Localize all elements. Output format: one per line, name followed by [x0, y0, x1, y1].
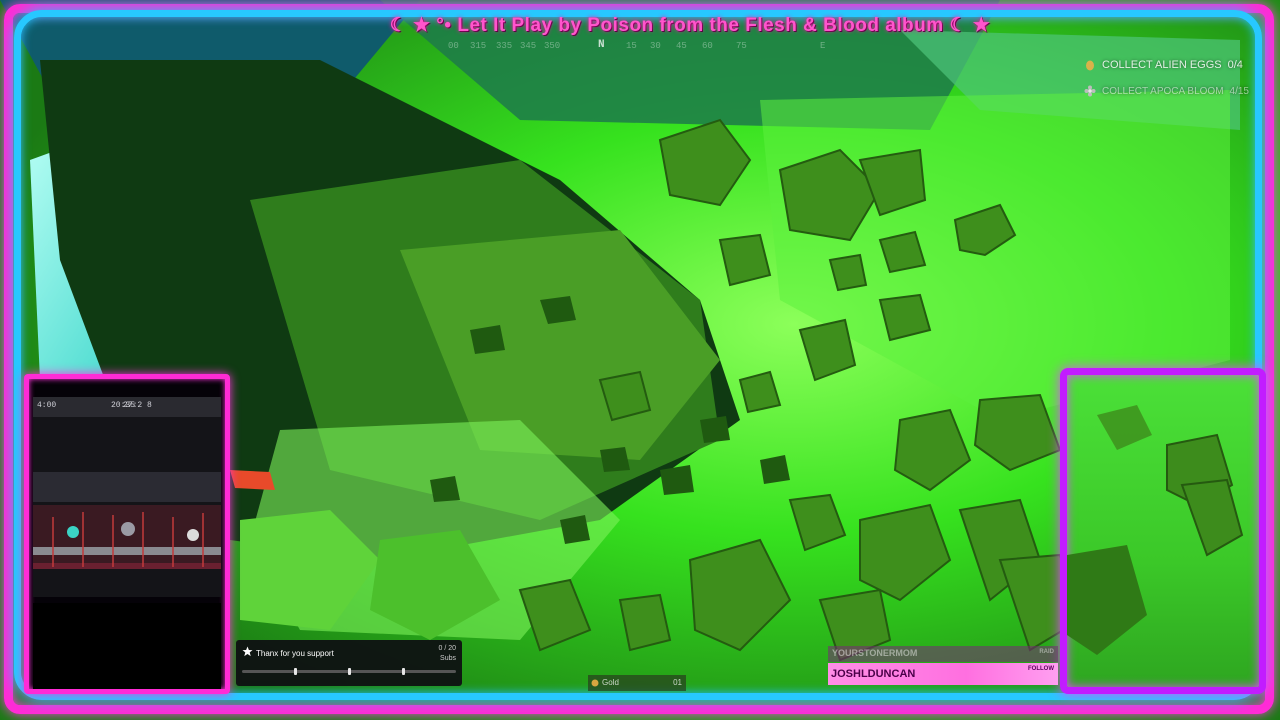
- sub-goal-widget: Thanx for you support 0 / 20 Subs: [236, 640, 462, 686]
- objective-progress: 4/15: [1229, 85, 1249, 97]
- latest-follower-name: JOSHLDUNCAN: [831, 668, 916, 680]
- capture-left-text: 4:00: [37, 401, 57, 410]
- camera-panel-right: [1060, 368, 1266, 694]
- compass-mark: E: [820, 41, 826, 51]
- gold-counter: Gold 01: [588, 675, 686, 691]
- compass-mark: 45: [676, 41, 687, 51]
- gold-value: 01: [673, 678, 682, 687]
- compass-mark: 15: [626, 41, 637, 51]
- previous-alert-name: YOURSTONERMOM: [832, 648, 918, 658]
- objective-apoca-bloom: COLLECT APOCA BLOOM 4/15: [1080, 78, 1249, 104]
- compass-mark: 315: [470, 41, 487, 51]
- compass-mark: 350: [544, 41, 561, 51]
- objectives-panel: COLLECT ALIEN EGGS 0/4 COLLECT APOCA BLO…: [1080, 52, 1249, 104]
- sub-goal-count: 0 / 20 Subs: [438, 644, 456, 664]
- compass-mark: 00: [448, 41, 459, 51]
- star-icon: [242, 646, 253, 657]
- previous-alert-tag: RAID: [1039, 649, 1054, 655]
- compass-strip: 00 315 335 345 350 N 15 30 45 60 75 E: [440, 38, 860, 56]
- camera-view: [1067, 405, 1244, 655]
- capture-topbar: 4:00 20:35 27:2 8: [33, 397, 221, 417]
- compass-mark: 75: [736, 41, 747, 51]
- compass-mark: 335: [496, 41, 513, 51]
- objective-label: COLLECT APOCA BLOOM: [1102, 85, 1224, 97]
- egg-icon: [1086, 60, 1094, 71]
- sub-goal-count-unit: Subs: [440, 655, 456, 662]
- objective-label: COLLECT ALIEN EGGS: [1102, 59, 1222, 71]
- capture-screen: 4:00 20:35 27:2 8: [33, 397, 221, 597]
- flower-icon: [1084, 85, 1096, 97]
- sub-goal-title: Thanx for you support: [256, 649, 334, 658]
- now-playing-ticker: ☾ ★ °• Let It Play by Poison from the Fl…: [389, 15, 991, 36]
- previous-alert-row: YOURSTONERMOM RAID: [828, 646, 1058, 662]
- coin-icon: [591, 679, 599, 687]
- compass-mark: 345: [520, 41, 537, 51]
- sub-goal-tick: [348, 668, 351, 675]
- capture-game-view: [33, 417, 221, 597]
- objective-progress: 0/4: [1227, 59, 1243, 71]
- sub-goal-tick: [294, 668, 297, 675]
- capture-webcam-dark: [33, 603, 221, 689]
- sub-goal-tick: [402, 668, 405, 675]
- compass-mark: 60: [702, 41, 713, 51]
- follow-alert: YOURSTONERMOM RAID JOSHLDUNCAN FOLLOW: [828, 646, 1058, 686]
- compass-north: N: [598, 39, 605, 51]
- objective-alien-eggs: COLLECT ALIEN EGGS 0/4: [1080, 52, 1243, 78]
- latest-follower-tag: FOLLOW: [1028, 666, 1054, 672]
- gold-label: Gold: [602, 678, 619, 687]
- sub-goal-progress-bar: [242, 668, 456, 675]
- latest-follower-row: JOSHLDUNCAN FOLLOW: [828, 663, 1058, 685]
- capture-panel-left: 4:00 20:35 27:2 8: [24, 374, 230, 694]
- capture-right-text: 27:2 8: [123, 401, 152, 410]
- sub-goal-count-value: 0 / 20: [438, 645, 456, 652]
- compass-mark: 30: [650, 41, 661, 51]
